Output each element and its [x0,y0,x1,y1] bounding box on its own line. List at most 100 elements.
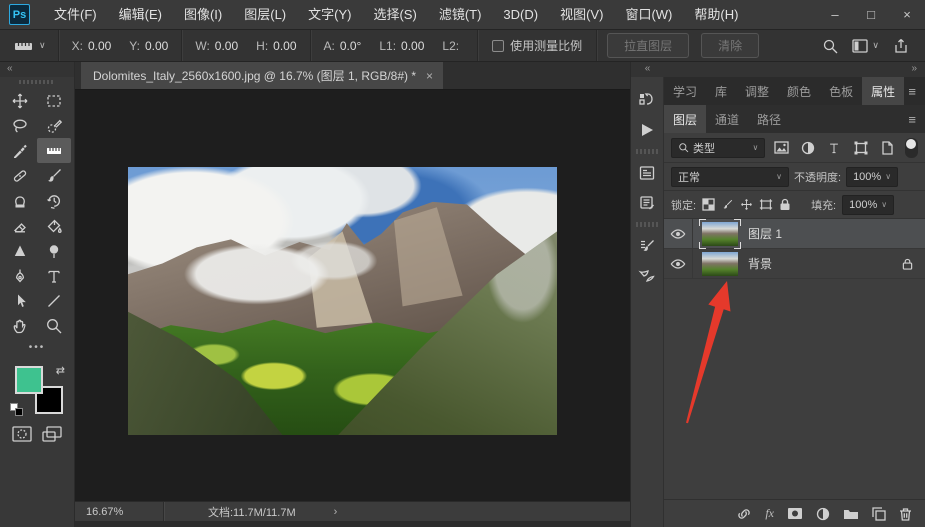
expand-panels-icon[interactable]: « [631,62,664,77]
tab-swatches[interactable]: 色板 [820,77,862,105]
delete-layer-icon[interactable] [899,507,912,521]
menu-window[interactable]: 窗口(W) [614,0,683,30]
lasso-tool[interactable] [3,113,37,138]
canvas[interactable] [75,90,630,501]
share-icon[interactable] [893,38,909,54]
panel-menu-icon[interactable]: ≡ [908,84,925,99]
tab-adjustments[interactable]: 调整 [736,77,778,105]
lock-all-icon[interactable] [779,198,791,211]
new-layer-icon[interactable] [872,506,886,521]
photo-dolomites[interactable] [128,167,557,435]
menu-help[interactable]: 帮助(H) [683,0,749,30]
menu-edit[interactable]: 编辑(E) [108,0,173,30]
type-tool[interactable] [37,263,71,288]
line-tool[interactable] [37,288,71,313]
layer-filtering-toggle[interactable] [905,137,919,158]
brush-settings-panel-icon[interactable] [631,231,663,261]
straighten-layer-button[interactable]: 拉直图层 [607,33,690,58]
menu-file[interactable]: 文件(F) [43,0,108,30]
document-tab[interactable]: Dolomites_Italy_2560x1600.jpg @ 16.7% (图… [81,62,444,89]
foreground-color-swatch[interactable] [15,366,43,394]
layer-name[interactable]: 图层 1 [748,225,782,242]
menu-type[interactable]: 文字(Y) [297,0,362,30]
fill-dropdown[interactable]: 100% ∨ [842,194,895,215]
tool-preset-dropdown[interactable]: ∨ [0,39,54,53]
close-button[interactable]: × [889,0,925,30]
menu-filter[interactable]: 滤镜(T) [428,0,493,30]
actions-panel-icon[interactable] [631,115,663,145]
menu-3d[interactable]: 3D(D) [492,0,549,30]
pen-tool[interactable] [3,263,37,288]
filter-shape-layers-icon[interactable] [850,138,872,158]
menu-view[interactable]: 视图(V) [549,0,614,30]
new-adjustment-layer-icon[interactable] [816,507,830,521]
zoom-level-field[interactable]: 16.67% [75,506,163,518]
close-tab-icon[interactable]: × [426,69,433,83]
workspace-switcher[interactable]: ∨ [852,38,879,53]
add-layer-mask-icon[interactable] [787,507,803,520]
collapse-tools-icon[interactable]: « [0,62,74,77]
paragraph-panel-icon[interactable] [631,188,663,218]
layer-thumbnail[interactable] [699,219,741,249]
quick-mask-icon[interactable] [12,426,32,442]
minimize-button[interactable]: – [817,0,853,30]
move-tool[interactable] [3,88,37,113]
menu-layer[interactable]: 图层(L) [233,0,297,30]
new-group-icon[interactable] [843,507,859,520]
layer-filter-type-dropdown[interactable]: 类型 ∨ [671,137,766,158]
menu-image[interactable]: 图像(I) [173,0,233,30]
filter-adjustment-layers-icon[interactable] [797,138,819,158]
eyedropper-tool[interactable] [3,138,37,163]
layer-row-background[interactable]: 背景 [664,249,925,279]
brush-tool[interactable] [37,163,71,188]
collapse-panels-icon[interactable]: » [664,62,925,77]
clear-button[interactable]: 清除 [701,33,760,58]
blend-mode-dropdown[interactable]: 正常 ∨ [671,166,789,187]
character-panel-icon[interactable] [631,158,663,188]
visibility-eye-icon[interactable] [664,219,693,248]
tab-layers[interactable]: 图层 [664,105,707,133]
tab-libraries[interactable]: 库 [706,77,736,105]
dodge-tool[interactable] [37,238,71,263]
search-icon[interactable] [822,38,838,54]
spot-healing-brush-tool[interactable] [3,163,37,188]
maximize-button[interactable]: □ [853,0,889,30]
eraser-tool[interactable] [3,213,37,238]
layer-style-fx-icon[interactable]: fx [765,506,774,521]
clone-stamp-tool[interactable] [3,188,37,213]
layer-thumbnail[interactable] [701,251,739,277]
layer-name[interactable]: 背景 [748,255,772,272]
path-selection-tool[interactable] [3,288,37,313]
edit-toolbar-icon[interactable]: ••• [29,338,46,360]
lock-artboard-icon[interactable] [759,198,773,211]
swap-colors-icon[interactable]: ⇄ [56,364,65,377]
tab-paths[interactable]: 路径 [748,105,790,133]
screen-mode-icon[interactable] [42,426,62,442]
visibility-eye-icon[interactable] [664,249,693,278]
link-layers-icon[interactable] [736,507,752,521]
zoom-tool[interactable] [37,313,71,338]
sharpen-tool[interactable] [3,238,37,263]
tab-learn[interactable]: 学习 [664,77,706,105]
filter-smart-objects-icon[interactable] [877,138,899,158]
menu-select[interactable]: 选择(S) [362,0,427,30]
lock-pixels-icon[interactable] [721,198,734,211]
paint-bucket-tool[interactable] [37,213,71,238]
tab-properties[interactable]: 属性 [862,77,905,105]
ruler-tool[interactable] [37,138,71,163]
layers-panel-menu-icon[interactable]: ≡ [908,112,925,127]
brushes-panel-icon[interactable] [631,261,663,291]
checkbox-icon[interactable] [492,39,505,52]
status-chevron-icon[interactable]: › [296,506,338,518]
default-colors-icon[interactable] [10,403,23,416]
hand-tool[interactable] [3,313,37,338]
lock-transparency-icon[interactable] [702,198,715,211]
tab-channels[interactable]: 通道 [706,105,748,133]
tab-color[interactable]: 颜色 [778,77,820,105]
use-measurement-scale-checkbox[interactable]: 使用测量比例 [482,37,592,54]
filter-pixel-layers-icon[interactable] [770,138,792,158]
filter-type-layers-icon[interactable] [824,138,846,158]
history-brush-tool[interactable] [37,188,71,213]
history-panel-icon[interactable] [631,85,663,115]
lock-position-icon[interactable] [740,198,753,211]
